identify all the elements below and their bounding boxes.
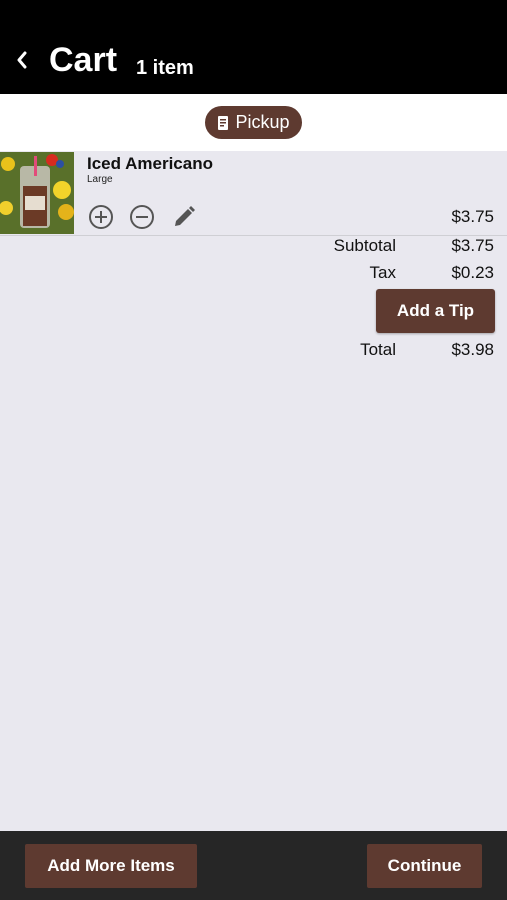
back-button[interactable]: [10, 46, 34, 74]
page-title: Cart: [49, 41, 118, 79]
total-value: $3.98: [451, 340, 494, 359]
subtotal-label: Subtotal: [333, 236, 396, 255]
order-mode-bar: Pickup: [0, 94, 507, 152]
add-more-items-button[interactable]: Add More Items: [25, 844, 197, 888]
continue-button[interactable]: Continue: [367, 844, 482, 888]
tax-value: $0.23: [451, 263, 494, 282]
cart-item: Iced Americano Large $3.75: [0, 151, 507, 236]
item-price: $3.75: [451, 207, 494, 226]
edit-item-button[interactable]: [171, 204, 197, 230]
item-count: 1 item: [136, 57, 194, 79]
chevron-left-icon: [17, 51, 27, 69]
pickup-mode-button[interactable]: Pickup: [205, 106, 302, 139]
item-size: Large: [87, 174, 113, 185]
total-label: Total: [360, 340, 396, 359]
item-name: Iced Americano: [87, 154, 213, 173]
plus-circle-icon: [89, 205, 113, 229]
increase-quantity-button[interactable]: [88, 204, 114, 230]
pencil-icon: [175, 206, 195, 226]
tax-label: Tax: [369, 263, 396, 282]
minus-circle-icon: [130, 205, 154, 229]
subtotal-value: $3.75: [451, 236, 494, 255]
pickup-label: Pickup: [235, 112, 290, 132]
header: Cart 1 item: [0, 0, 507, 94]
add-tip-button[interactable]: Add a Tip: [376, 289, 495, 333]
decrease-quantity-button[interactable]: [129, 204, 155, 230]
receipt-icon: [218, 115, 229, 130]
product-image: [0, 152, 74, 234]
footer: Add More Items Continue: [0, 831, 507, 900]
